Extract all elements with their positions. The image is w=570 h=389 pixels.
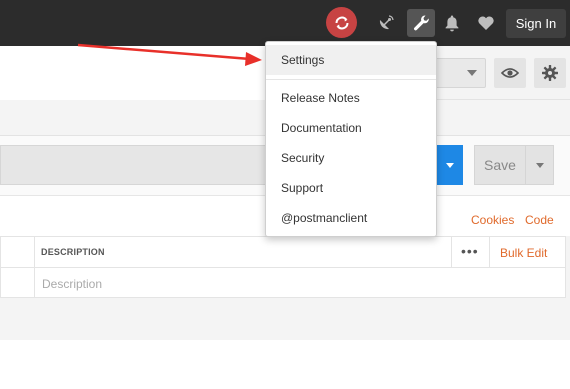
- annotation-arrow: [77, 43, 262, 66]
